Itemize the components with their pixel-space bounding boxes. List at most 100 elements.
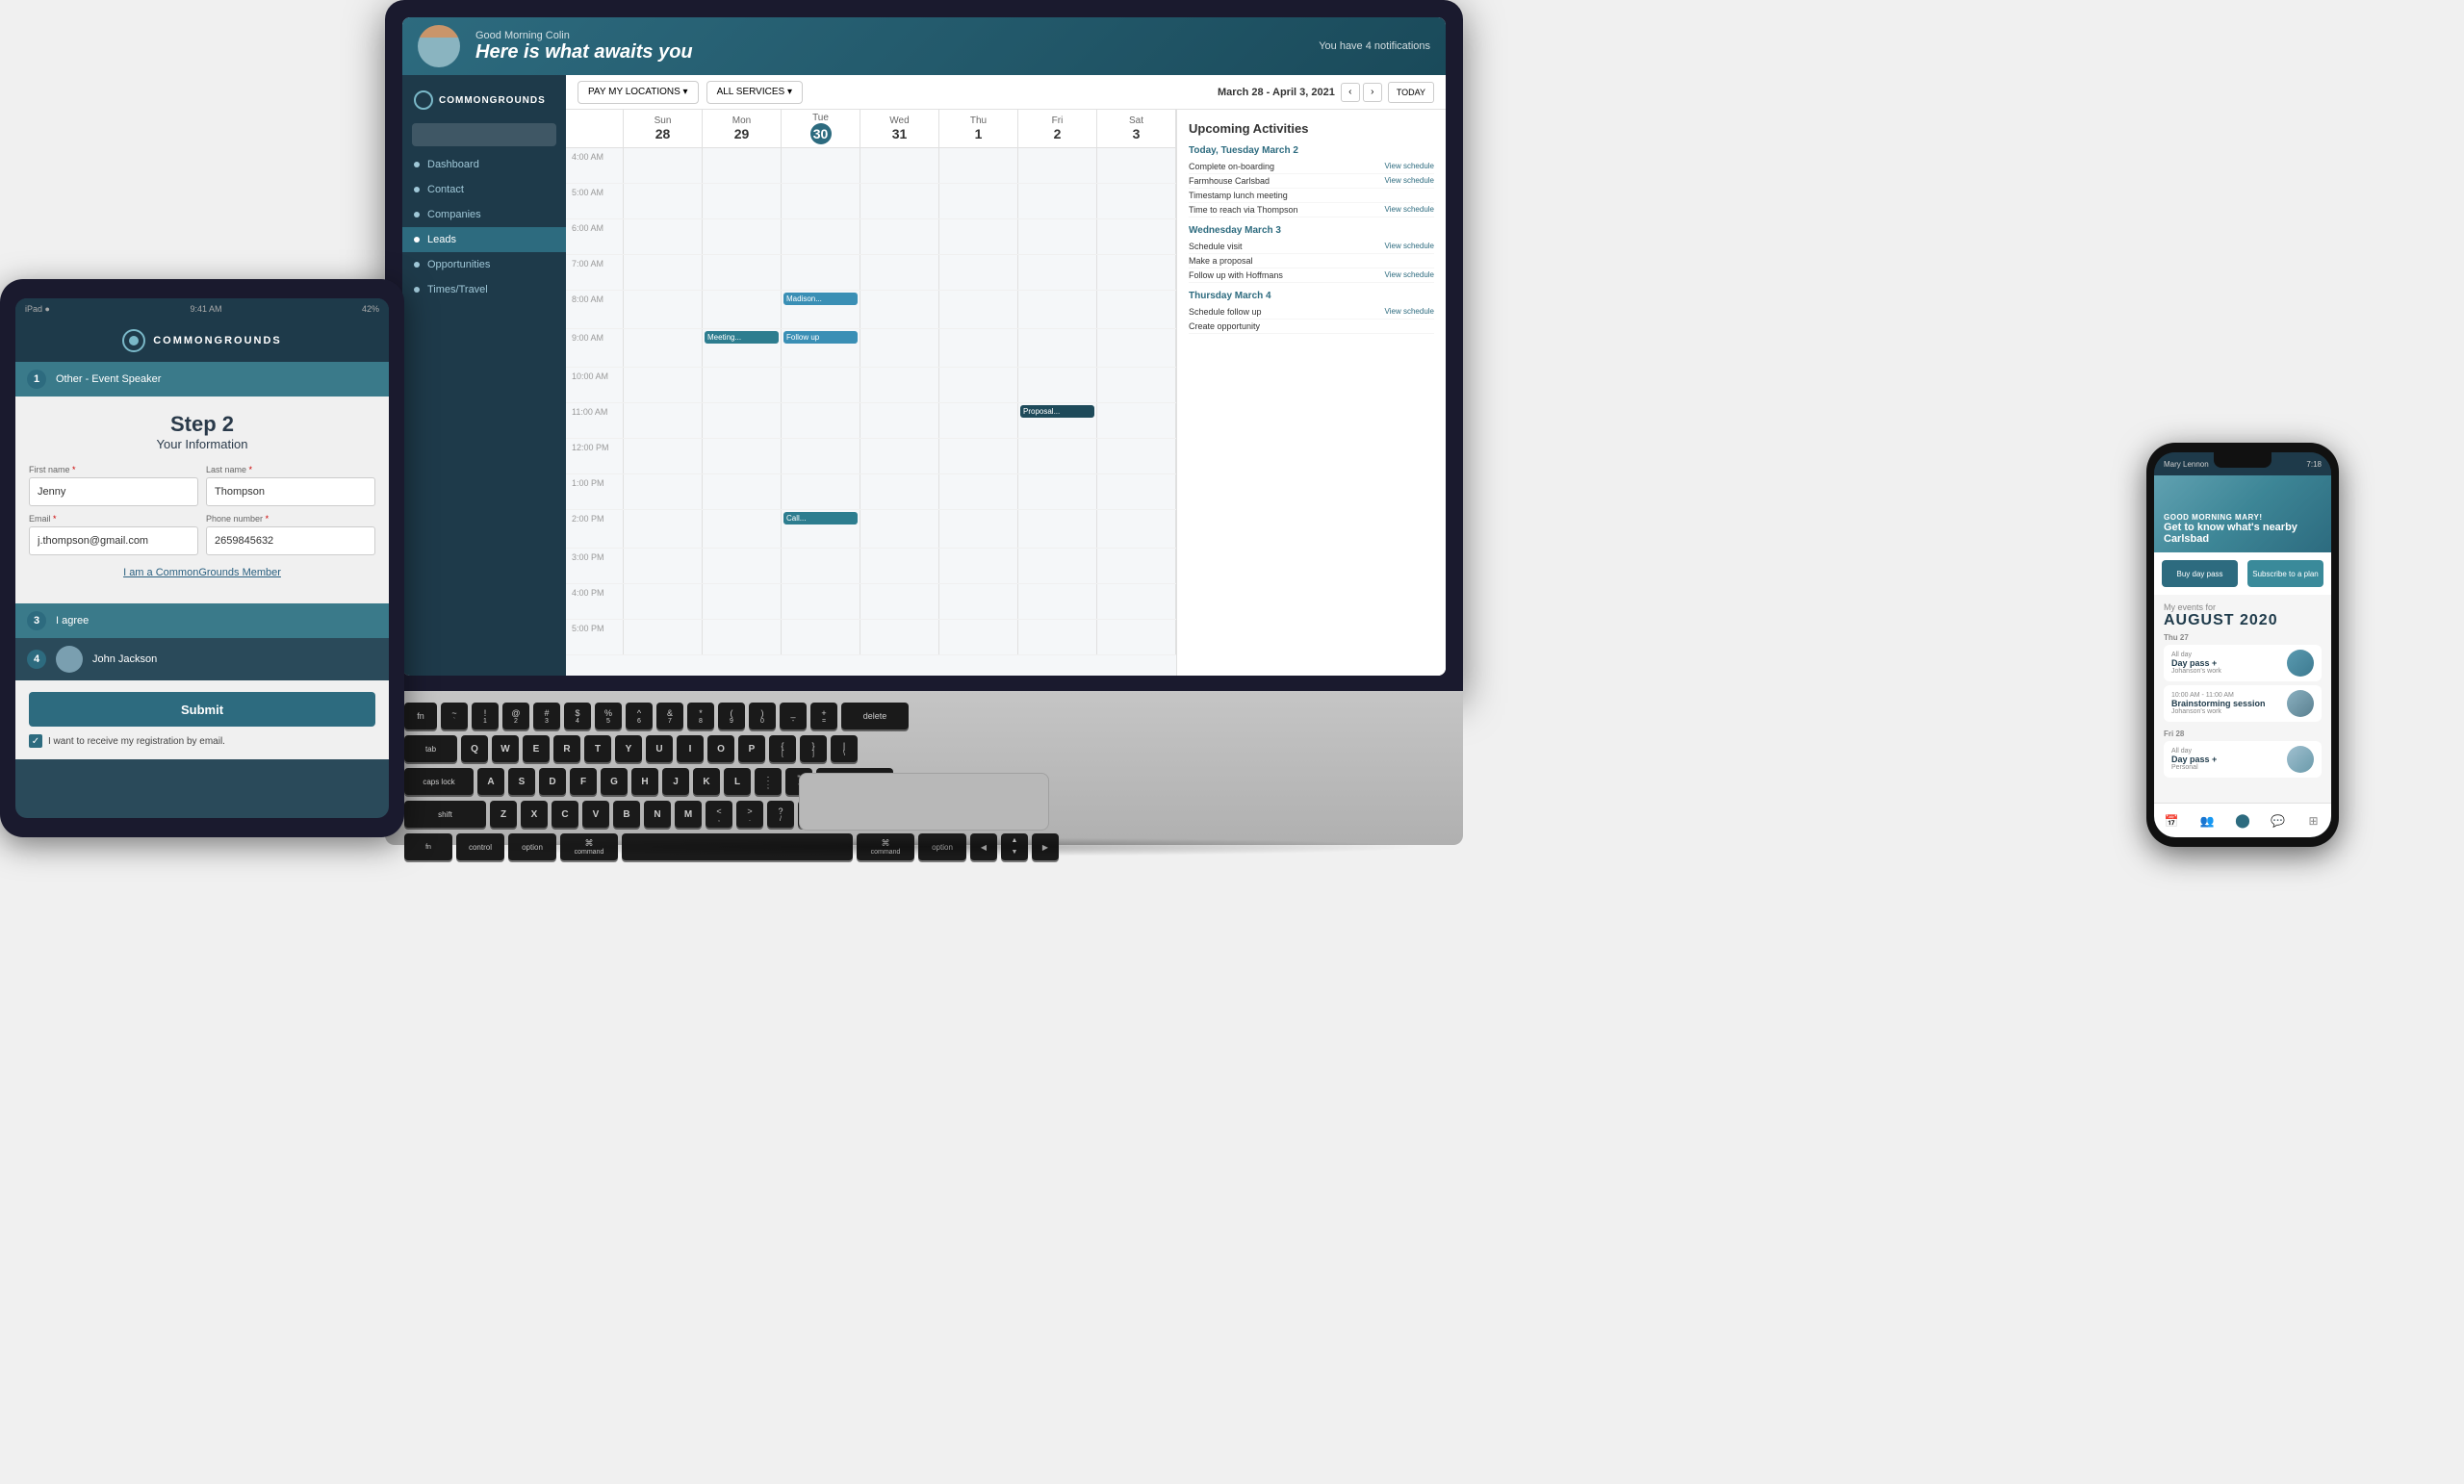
key-k[interactable]: K — [693, 768, 720, 795]
key-bracket-open[interactable]: {[ — [769, 735, 796, 762]
key-f[interactable]: F — [570, 768, 597, 795]
key-8[interactable]: *8 — [687, 703, 714, 729]
last-name-input[interactable] — [206, 477, 375, 506]
notification-text: You have 4 notifications — [1319, 40, 1430, 52]
key-6[interactable]: ^6 — [626, 703, 653, 729]
key-y[interactable]: Y — [615, 735, 642, 762]
key-u[interactable]: U — [646, 735, 673, 762]
calendar-event[interactable]: Call... — [783, 512, 858, 525]
key-a[interactable]: A — [477, 768, 504, 795]
key-m[interactable]: M — [675, 801, 702, 828]
step4-number: 4 — [27, 650, 46, 669]
key-5[interactable]: %5 — [595, 703, 622, 729]
subscribe-plan-button[interactable]: Subscribe to a plan — [2247, 560, 2323, 587]
key-9[interactable]: (9 — [718, 703, 745, 729]
sidebar-search[interactable] — [412, 123, 556, 146]
key-semicolon[interactable]: :; — [755, 768, 782, 795]
key-shift-left[interactable]: shift — [404, 801, 486, 828]
nav-calendar-icon[interactable]: 📅 — [2162, 811, 2181, 831]
key-z[interactable]: Z — [490, 801, 517, 828]
nav-home-icon[interactable]: ⬤ — [2233, 811, 2252, 831]
email-input[interactable] — [29, 526, 198, 555]
submit-button[interactable]: Submit — [29, 692, 375, 727]
key-slash[interactable]: ?/ — [767, 801, 794, 828]
phone-month-sub: My events for — [2164, 602, 2322, 612]
phone-input[interactable] — [206, 526, 375, 555]
key-capslock[interactable]: caps lock — [404, 768, 474, 795]
trackpad[interactable] — [799, 773, 1049, 831]
profile-avatar — [56, 646, 83, 673]
key-n[interactable]: N — [644, 801, 671, 828]
sidebar-item-dashboard[interactable]: Dashboard — [402, 152, 566, 177]
upcoming-title: Upcoming Activities — [1189, 121, 1434, 136]
all-services-dropdown[interactable]: ALL SERVICES ▾ — [706, 81, 803, 104]
calendar-event[interactable]: Follow up — [783, 331, 858, 344]
logo-circle — [414, 90, 433, 110]
key-q[interactable]: Q — [461, 735, 488, 762]
key-b[interactable]: B — [613, 801, 640, 828]
calendar-event[interactable]: Madison... — [783, 293, 858, 305]
key-3[interactable]: #3 — [533, 703, 560, 729]
time-row-7am: 7:00 AM — [566, 255, 1176, 291]
key-bracket-close[interactable]: }] — [800, 735, 827, 762]
key-w[interactable]: W — [492, 735, 519, 762]
sidebar-item-opportunities[interactable]: Opportunities — [402, 252, 566, 277]
sidebar-label: Leads — [427, 234, 456, 245]
nav-chat-icon[interactable]: 💬 — [2269, 811, 2288, 831]
key-g[interactable]: G — [601, 768, 628, 795]
key-c[interactable]: C — [552, 801, 578, 828]
upcoming-event: Time to reach via Thompson View schedule — [1189, 203, 1434, 217]
key-j[interactable]: J — [662, 768, 689, 795]
key-4[interactable]: $4 — [564, 703, 591, 729]
phone-event-card[interactable]: 10:00 AM - 11:00 AM Brainstorming sessio… — [2164, 685, 2322, 722]
key-backslash[interactable]: |\ — [831, 735, 858, 762]
key-0[interactable]: )0 — [749, 703, 776, 729]
key-7[interactable]: &7 — [656, 703, 683, 729]
key-h[interactable]: H — [631, 768, 658, 795]
key-p[interactable]: P — [738, 735, 765, 762]
phone-event-card[interactable]: All day Day pass + Johanson's work — [2164, 645, 2322, 681]
time-row-2pm: 2:00 PM Call... — [566, 510, 1176, 549]
key-tilde[interactable]: ~` — [441, 703, 468, 729]
key-e[interactable]: E — [523, 735, 550, 762]
key-i[interactable]: I — [677, 735, 704, 762]
key-v[interactable]: V — [582, 801, 609, 828]
key-x[interactable]: X — [521, 801, 548, 828]
phone-event-card[interactable]: All day Day pass + Personal — [2164, 741, 2322, 778]
phone-event-group-fri: Fri 28 All day Day pass + Personal — [2164, 729, 2322, 778]
member-link-text[interactable]: I am a CommonGrounds Member — [123, 567, 281, 578]
upcoming-panel: Upcoming Activities Today, Tuesday March… — [1176, 110, 1446, 676]
calendar-event[interactable]: Meeting... — [705, 331, 779, 344]
key-o[interactable]: O — [707, 735, 734, 762]
my-locations-dropdown[interactable]: PAY MY LOCATIONS ▾ — [578, 81, 699, 104]
sidebar-label: Contact — [427, 184, 464, 195]
key-1[interactable]: !1 — [472, 703, 499, 729]
phone-field: Phone number * — [206, 514, 375, 555]
calendar-event[interactable]: Proposal... — [1020, 405, 1094, 418]
today-btn[interactable]: TODAY — [1388, 82, 1434, 103]
key-l[interactable]: L — [724, 768, 751, 795]
buy-day-pass-button[interactable]: Buy day pass — [2162, 560, 2238, 587]
key-minus[interactable]: _- — [780, 703, 807, 729]
next-week-btn[interactable]: › — [1363, 83, 1382, 102]
nav-grid-icon[interactable]: ⊞ — [2304, 811, 2323, 831]
key-t[interactable]: T — [584, 735, 611, 762]
prev-week-btn[interactable]: ‹ — [1341, 83, 1360, 102]
key-s[interactable]: S — [508, 768, 535, 795]
key-tab[interactable]: tab — [404, 735, 457, 762]
key-fn[interactable]: fn — [404, 703, 437, 729]
key-equal[interactable]: += — [810, 703, 837, 729]
sidebar-item-leads[interactable]: Leads — [402, 227, 566, 252]
key-r[interactable]: R — [553, 735, 580, 762]
sidebar-item-contact[interactable]: Contact — [402, 177, 566, 202]
sidebar-item-times[interactable]: Times/Travel — [402, 277, 566, 302]
key-comma[interactable]: <, — [706, 801, 732, 828]
sidebar-item-companies[interactable]: Companies — [402, 202, 566, 227]
key-period[interactable]: >. — [736, 801, 763, 828]
nav-people-icon[interactable]: 👥 — [2197, 811, 2217, 831]
key-d[interactable]: D — [539, 768, 566, 795]
email-checkbox[interactable]: ✓ — [29, 734, 42, 748]
key-2[interactable]: @2 — [502, 703, 529, 729]
first-name-input[interactable] — [29, 477, 198, 506]
key-delete[interactable]: delete — [841, 703, 909, 729]
